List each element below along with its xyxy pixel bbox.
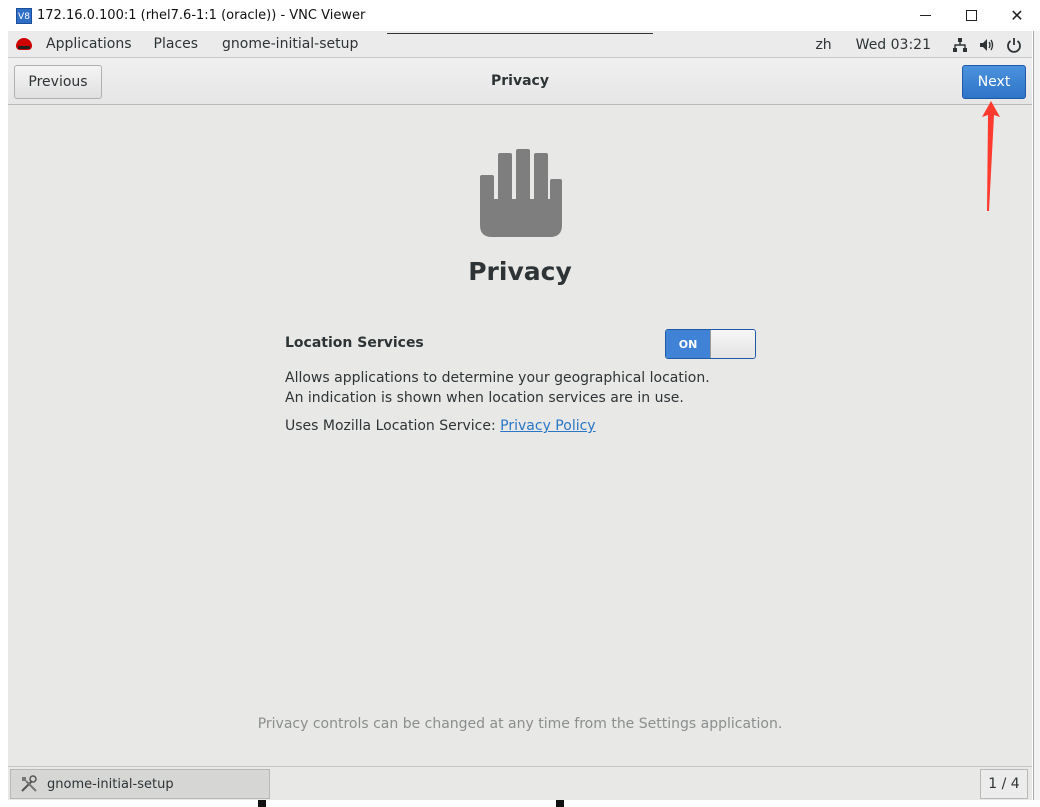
hand-icon xyxy=(480,149,562,237)
taskbar-item-label: gnome-initial-setup xyxy=(47,776,174,792)
taskbar: gnome-initial-setup 1 / 4 xyxy=(8,766,1032,800)
header-title: Privacy xyxy=(491,73,549,89)
switch-knob xyxy=(710,330,755,358)
location-services-switch[interactable]: ON xyxy=(665,329,756,359)
network-icon[interactable] xyxy=(951,36,969,54)
annotation-arrow-icon xyxy=(982,101,1000,211)
gnome-top-bar: Applications Places gnome-initial-setup … xyxy=(8,31,1032,58)
window-title: 172.16.0.100:1 (rhel7.6-1:1 (oracle)) - … xyxy=(37,8,366,23)
vnc-screen: V8 172.16.0.100:1 (rhel7.6-1:1 (oracle))… xyxy=(0,0,1040,807)
location-services-label: Location Services xyxy=(285,335,424,351)
header-bar: Previous Privacy Next xyxy=(8,58,1032,105)
vnc-app-icon: V8 xyxy=(16,7,32,24)
next-button[interactable]: Next xyxy=(962,65,1026,99)
app-menu[interactable]: gnome-initial-setup xyxy=(222,36,358,52)
close-icon: ✕ xyxy=(1010,6,1024,25)
window-left-edge xyxy=(0,31,8,800)
taskbar-item[interactable]: gnome-initial-setup xyxy=(10,769,270,799)
applications-menu[interactable]: Applications xyxy=(46,36,132,52)
previous-button[interactable]: Previous xyxy=(14,65,102,99)
background-window-edge xyxy=(1033,31,1040,807)
footer-note: Privacy controls can be changed at any t… xyxy=(257,716,783,732)
topbar-overlay-line xyxy=(387,31,653,34)
input-method-indicator[interactable]: zh xyxy=(815,37,831,53)
system-tray: zh Wed 03:21 xyxy=(815,31,1032,58)
tools-icon xyxy=(19,774,39,794)
vnc-title-bar: V8 172.16.0.100:1 (rhel7.6-1:1 (oracle))… xyxy=(0,0,1040,31)
privacy-page: Privacy Location Services ON Allows appl… xyxy=(8,105,1032,766)
minimize-button[interactable] xyxy=(902,0,948,31)
places-menu[interactable]: Places xyxy=(154,36,199,52)
switch-state-label: ON xyxy=(666,330,710,358)
maximize-icon xyxy=(965,10,977,21)
privacy-policy-link[interactable]: Privacy Policy xyxy=(500,418,595,434)
power-icon[interactable] xyxy=(1005,36,1023,54)
close-button[interactable]: ✕ xyxy=(994,0,1040,31)
workspace-indicator[interactable]: 1 / 4 xyxy=(980,769,1028,799)
location-description: Allows applications to determine your ge… xyxy=(285,370,710,406)
redhat-logo-icon xyxy=(16,38,32,50)
volume-icon[interactable] xyxy=(978,36,996,54)
page-heading: Privacy xyxy=(468,257,572,286)
minimize-icon xyxy=(919,15,931,16)
bottom-strip xyxy=(0,800,1040,807)
uses-prefix: Uses Mozilla Location Service: xyxy=(285,418,501,434)
clock[interactable]: Wed 03:21 xyxy=(856,37,931,53)
location-service-info: Uses Mozilla Location Service: Privacy P… xyxy=(285,418,596,434)
maximize-button[interactable] xyxy=(948,0,994,31)
